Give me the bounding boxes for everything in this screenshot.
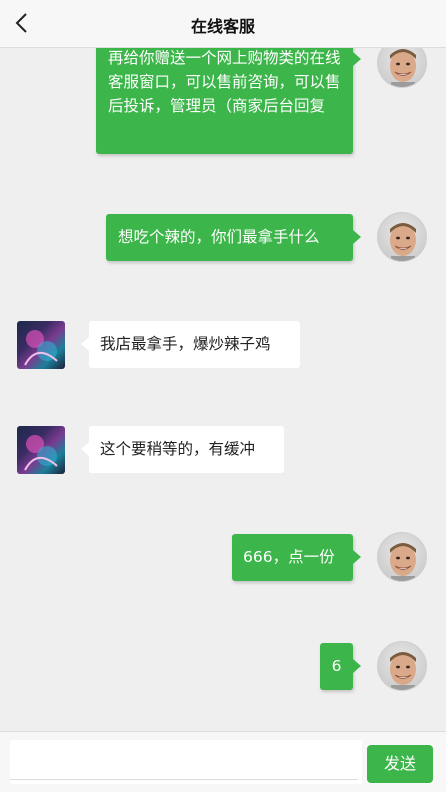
user-avatar[interactable]	[377, 212, 427, 262]
message-bubble: 我店最拿手，爆炒辣子鸡	[89, 321, 300, 368]
bubble-tail	[81, 337, 89, 351]
message-bubble: 这个要稍等的，有缓冲	[89, 426, 284, 473]
input-underline	[10, 779, 358, 780]
header-bar: 在线客服	[0, 0, 446, 48]
bubble-tail	[353, 550, 361, 564]
bubble-tail	[81, 442, 89, 456]
bubble-tail	[353, 659, 361, 673]
user-face-icon	[390, 543, 416, 581]
message-input[interactable]	[10, 740, 362, 784]
bubble-tail	[353, 52, 361, 66]
message-bubble: 想吃个辣的，你们最拿手什么	[106, 214, 353, 261]
message-bubble: 6	[320, 643, 353, 690]
message-text: 我店最拿手，爆炒辣子鸡	[100, 335, 271, 353]
shop-avatar[interactable]	[17, 321, 65, 369]
message-text: 这个要稍等的，有缓冲	[100, 440, 256, 458]
shop-avatar-art-icon	[24, 330, 58, 366]
message-text: 想吃个辣的，你们最拿手什么	[118, 228, 320, 246]
message-bubble: 666，点一份	[232, 534, 353, 581]
message-text: 666，点一份	[243, 548, 335, 566]
bubble-tail	[353, 230, 361, 244]
page-title: 在线客服	[190, 17, 255, 36]
input-bar: 发送	[0, 731, 446, 792]
user-face-icon	[390, 223, 416, 261]
shop-avatar[interactable]	[17, 426, 65, 474]
message-bubble: 再给你赠送一个网上购物类的在线客服窗口，可以售前咨询，可以售后投诉，管理员（商家…	[96, 36, 353, 154]
message-text: 6	[331, 657, 342, 675]
shop-avatar-art-icon	[24, 435, 58, 471]
send-button[interactable]: 发送	[367, 745, 433, 783]
user-avatar[interactable]	[377, 641, 427, 691]
user-face-icon	[390, 652, 416, 690]
message-text: 再给你赠送一个网上购物类的在线客服窗口，可以售前咨询，可以售后投诉，管理员（商家…	[108, 49, 341, 115]
user-avatar[interactable]	[377, 532, 427, 582]
